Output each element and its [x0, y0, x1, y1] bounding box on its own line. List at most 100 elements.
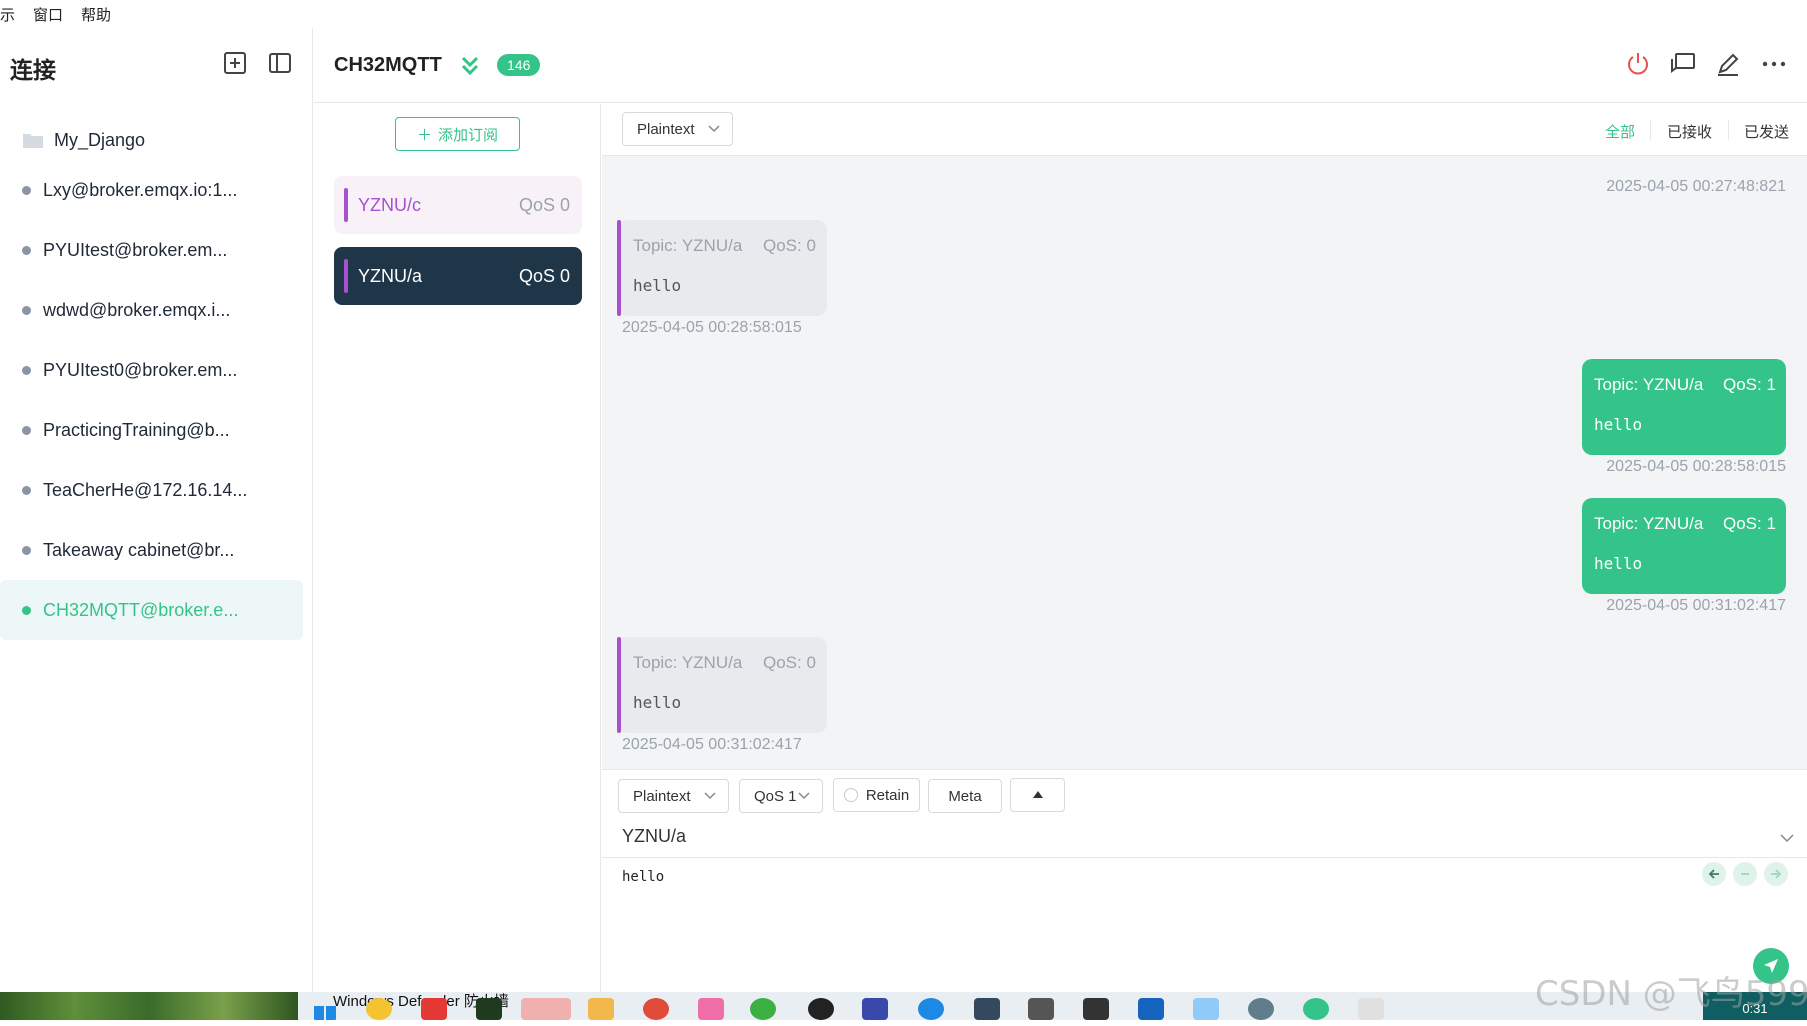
payload-editor[interactable]: hello	[622, 869, 664, 885]
qq-icon[interactable]	[808, 998, 834, 1020]
status-dot	[22, 245, 31, 255]
message-bubble-received: Topic: YZNU/a QoS: 0 hello	[617, 220, 827, 316]
connection-item[interactable]: wdwd@broker.emqx.i...	[0, 280, 303, 340]
message-timestamp: 2025-04-05 00:27:48:821	[1606, 178, 1786, 195]
menu-item-view[interactable]: 示	[0, 4, 15, 25]
taskbar-app-active-icon[interactable]	[521, 998, 571, 1020]
message-topic: Topic: YZNU/a	[1594, 514, 1704, 533]
connection-item[interactable]: PYUItest0@broker.em...	[0, 340, 303, 400]
connection-item[interactable]: Takeaway cabinet@br...	[0, 520, 303, 580]
history-forward-button[interactable]	[1764, 862, 1788, 886]
taskbar-app-icon[interactable]	[421, 998, 447, 1020]
status-dot	[22, 485, 31, 495]
message-qos: QoS: 1	[1723, 375, 1776, 394]
triangle-up-icon	[1032, 791, 1043, 798]
chevron-down-icon	[798, 792, 810, 800]
status-dot	[22, 185, 31, 195]
new-connection-icon[interactable]	[222, 50, 248, 76]
message-bubble-received: Topic: YZNU/a QoS: 0 hello	[617, 637, 827, 733]
history-clear-button[interactable]	[1733, 862, 1757, 886]
edge-icon[interactable]	[918, 998, 944, 1020]
arrow-right-icon	[1771, 869, 1782, 879]
folder-icon[interactable]	[588, 998, 614, 1020]
retain-checkbox[interactable]: Retain	[833, 778, 920, 812]
taskbar-app-icon[interactable]	[698, 998, 724, 1020]
settings-icon[interactable]	[1248, 998, 1274, 1020]
connection-item[interactable]: Lxy@broker.emqx.io:1...	[0, 160, 303, 220]
edit-icon[interactable]	[1714, 50, 1742, 78]
connection-label: Takeaway cabinet@br...	[43, 539, 235, 560]
plus-icon: ＋	[416, 126, 432, 144]
status-dot	[22, 305, 31, 315]
desktop-wallpaper-strip	[0, 992, 298, 1020]
message-qos: QoS: 0	[763, 236, 816, 255]
connection-label: PYUItest@broker.em...	[43, 239, 228, 260]
composer-format-select[interactable]: Plaintext	[618, 779, 729, 813]
subscription-item[interactable]: YZNU/c QoS 0	[334, 176, 582, 234]
connection-item-active[interactable]: CH32MQTT@broker.e...	[0, 580, 303, 640]
connection-item[interactable]: PracticingTraining@b...	[0, 400, 303, 460]
add-subscription-label: 添加订阅	[438, 126, 499, 144]
message-payload: hello	[633, 693, 682, 712]
message-payload: hello	[1594, 554, 1643, 573]
toggle-sidebar-icon[interactable]	[267, 50, 293, 76]
message-bubble-sent: Topic: YZNU/a QoS: 1 hello	[1582, 498, 1786, 594]
subscription-topic: YZNU/a	[358, 265, 423, 286]
payload-format-select[interactable]: Plaintext	[622, 112, 733, 146]
chat-icon[interactable]	[1669, 50, 1697, 78]
taskbar-app-icon[interactable]	[974, 998, 1000, 1020]
topic-input[interactable]: YZNU/a	[622, 826, 686, 847]
taskbar-app-icon[interactable]	[1193, 998, 1219, 1020]
status-dot	[22, 365, 31, 375]
disconnect-icon[interactable]	[1624, 50, 1652, 78]
meta-button[interactable]: Meta	[928, 779, 1002, 813]
history-back-button[interactable]	[1702, 862, 1726, 886]
topic-color-bar	[344, 259, 348, 293]
windows-start-icon[interactable]	[312, 998, 338, 1020]
message-qos: QoS: 0	[763, 653, 816, 672]
taskbar-app-icon[interactable]	[1138, 998, 1164, 1020]
subscription-item-selected[interactable]: YZNU/a QoS 0	[334, 247, 582, 305]
taskbar-app-icon[interactable]	[862, 998, 888, 1020]
menu-item-window[interactable]: 窗口	[33, 4, 63, 25]
qos-select[interactable]: QoS 1	[739, 779, 823, 813]
topic-color-bar	[617, 637, 621, 733]
chevron-down-icon[interactable]	[1779, 832, 1795, 844]
menu-item-help[interactable]: 帮助	[81, 4, 111, 25]
connection-label: CH32MQTT@broker.e...	[43, 599, 239, 620]
message-timestamp: 2025-04-05 00:28:58:015	[1606, 458, 1786, 475]
taskbar-app-icon[interactable]	[476, 998, 502, 1020]
chrome-icon[interactable]	[643, 998, 669, 1020]
connection-label: PYUItest0@broker.em...	[43, 359, 238, 380]
watermark: CSDN @飞鸟599	[1535, 974, 1807, 1014]
wechat-icon[interactable]	[750, 998, 776, 1020]
connection-item[interactable]: PYUItest@broker.em...	[0, 220, 303, 280]
status-dot	[22, 425, 31, 435]
menu-bar: 示 窗口 帮助	[0, 0, 1807, 28]
connection-item[interactable]: TeaCherHe@172.16.14...	[0, 460, 303, 520]
subscriptions-panel: ＋ 添加订阅 YZNU/c QoS 0 YZNU/a QoS 0	[314, 104, 601, 992]
more-icon[interactable]	[1760, 50, 1788, 78]
filter-sent[interactable]: 已发送	[1744, 121, 1789, 142]
message-count-badge: 146	[497, 54, 541, 76]
chevron-down-icon	[704, 792, 716, 800]
filter-received[interactable]: 已接收	[1667, 121, 1712, 142]
collapse-chevron-icon[interactable]	[458, 52, 482, 78]
add-subscription-button[interactable]: ＋ 添加订阅	[395, 117, 520, 151]
expand-button[interactable]	[1010, 778, 1065, 812]
filter-all[interactable]: 全部	[1605, 121, 1635, 142]
status-dot	[22, 545, 31, 555]
connection-label: PracticingTraining@b...	[43, 419, 230, 440]
mqttx-icon[interactable]	[1303, 998, 1329, 1020]
connection-label: TeaCherHe@172.16.14...	[43, 479, 248, 500]
qos-value: QoS 1	[754, 787, 797, 805]
terminal-icon[interactable]	[1083, 998, 1109, 1020]
taskbar-app-icon[interactable]	[366, 998, 392, 1020]
message-payload: hello	[1594, 415, 1643, 434]
composer-format-value: Plaintext	[633, 787, 691, 805]
message-timestamp: 2025-04-05 00:31:02:417	[622, 736, 802, 753]
arrow-left-icon	[1708, 869, 1719, 879]
taskbar-app-icon[interactable]	[1028, 998, 1054, 1020]
folder-label: My_Django	[54, 129, 146, 150]
taskbar-app-icon[interactable]	[1358, 998, 1384, 1020]
